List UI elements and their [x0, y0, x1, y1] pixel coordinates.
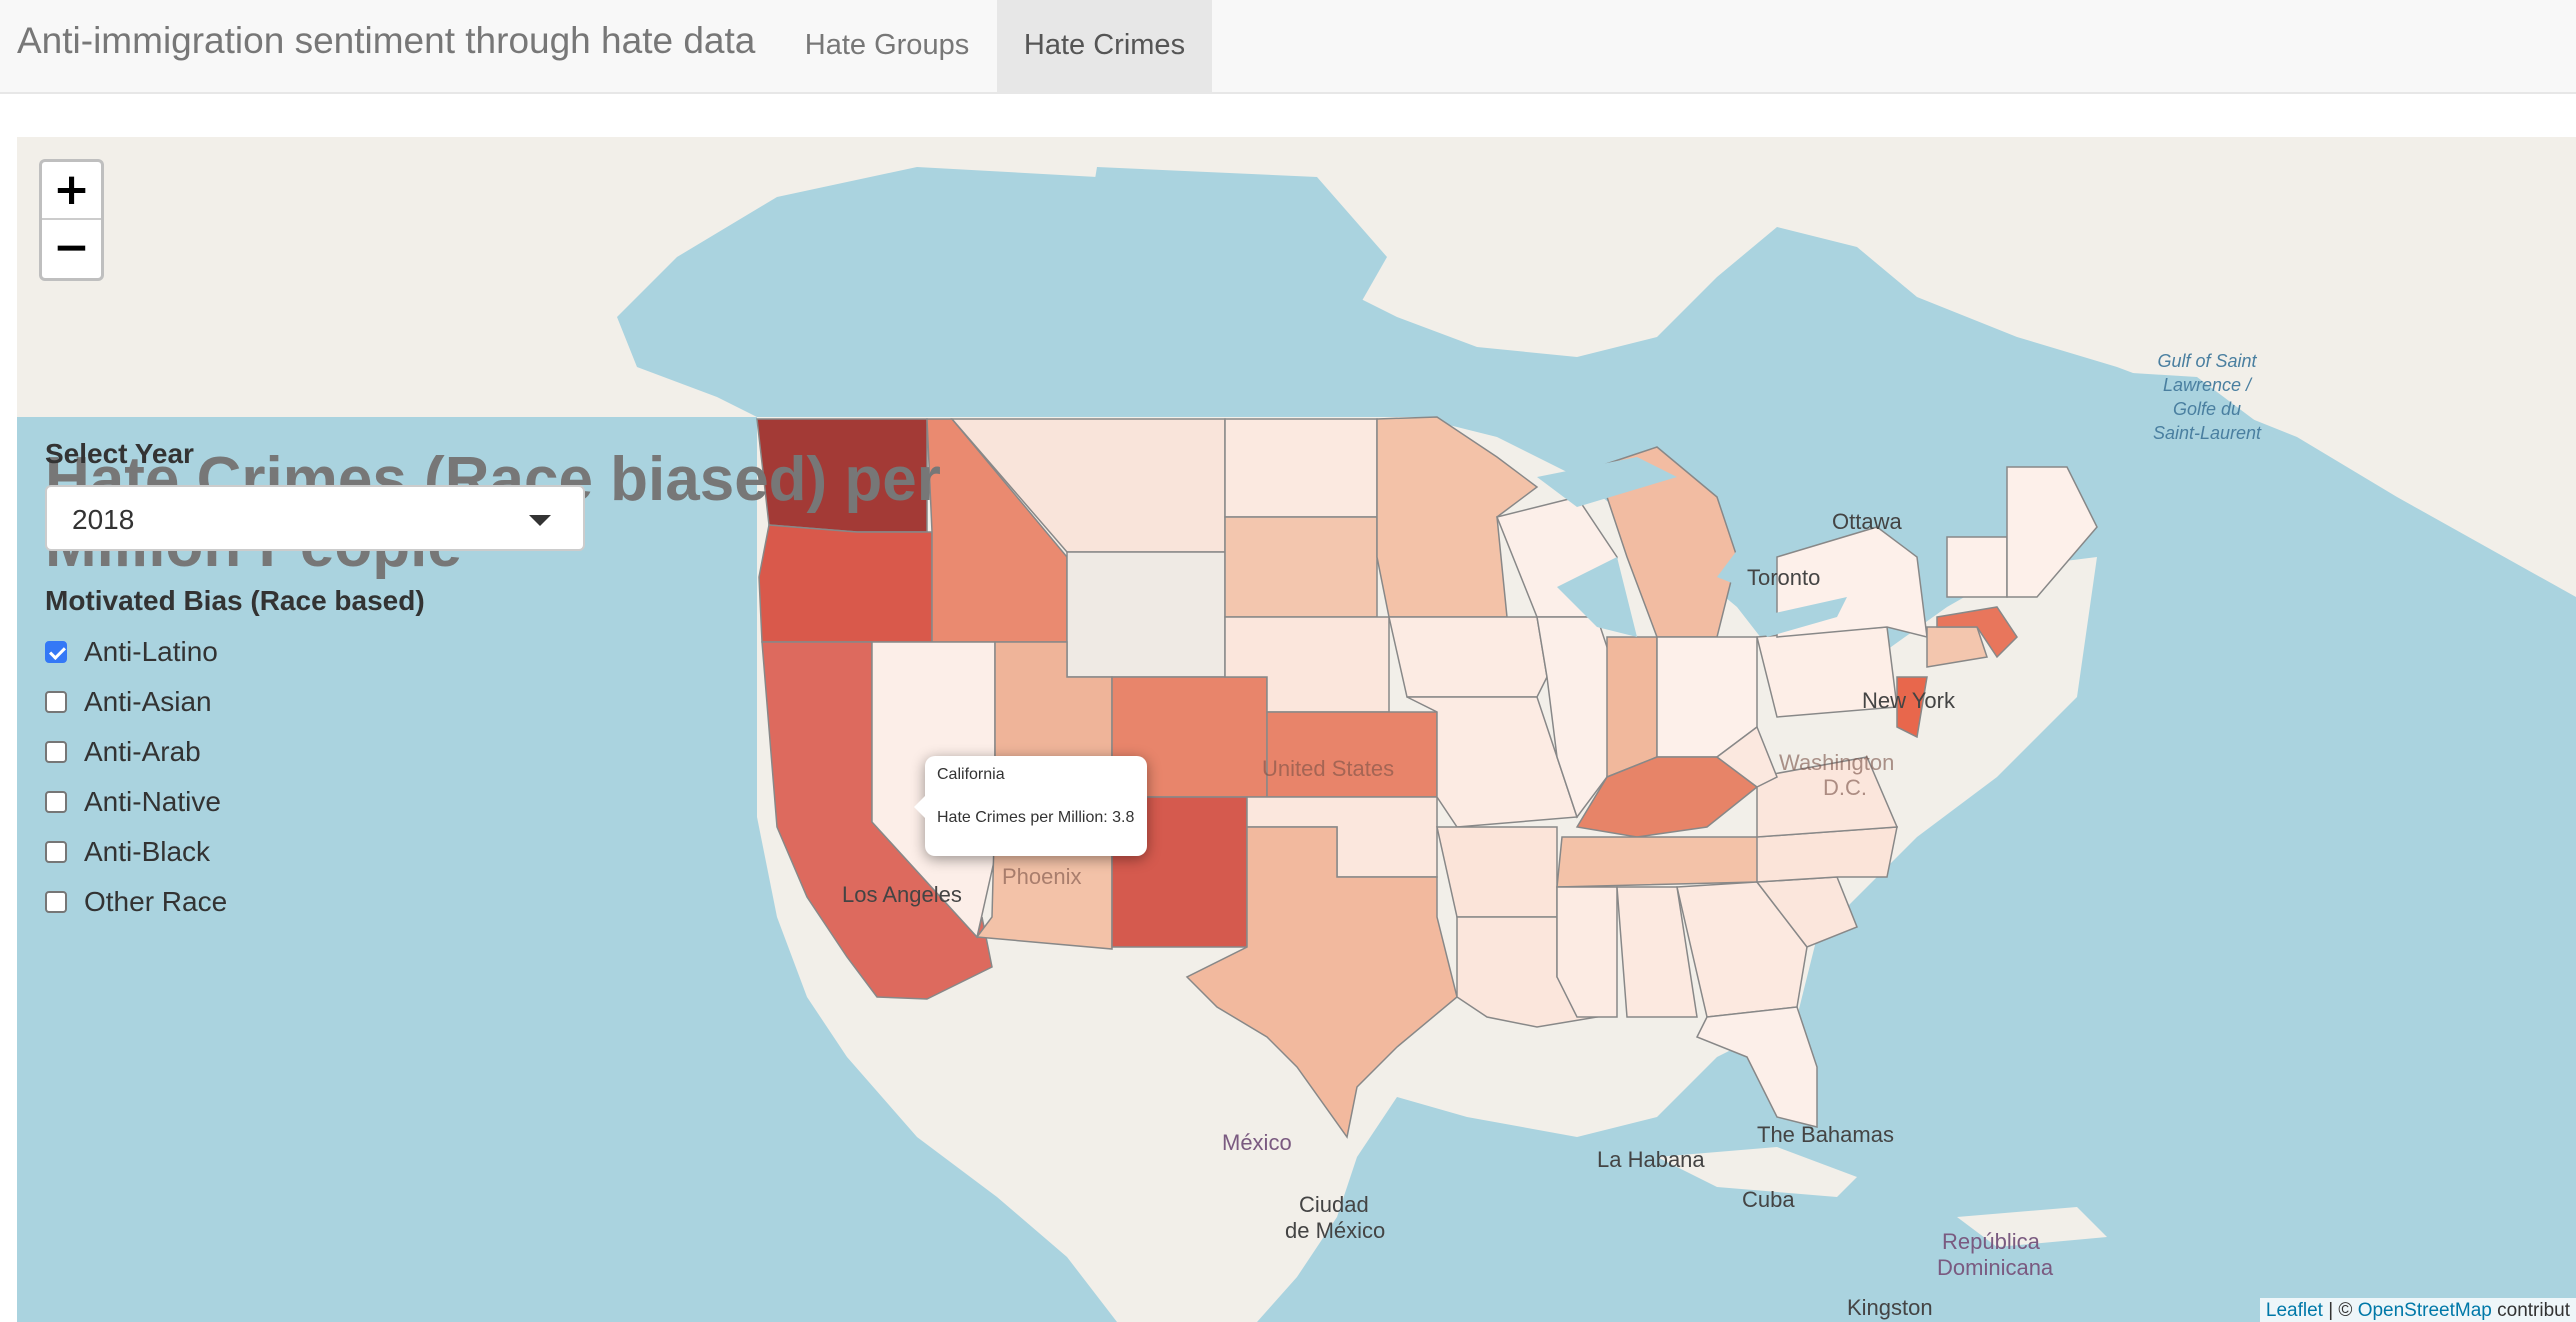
label-new-york: New York — [1862, 688, 1955, 713]
checkbox-label: Anti-Native — [84, 786, 221, 817]
map-attribution: Leaflet | © OpenStreetMap contribut — [2259, 1298, 2576, 1322]
label-cuba: Cuba — [1742, 1187, 1795, 1212]
checkbox-icon[interactable] — [45, 891, 67, 913]
map-view[interactable]: + − Ottawa Toronto New York Washington D… — [17, 137, 2576, 1322]
label-mexico: México — [1222, 1130, 1292, 1155]
label-gulf: Gulf of Saint Lawrence / Golfe du Saint-… — [2152, 351, 2262, 443]
checkbox-label: Other Race — [84, 886, 228, 917]
tab-hate-groups[interactable]: Hate Groups — [783, 0, 991, 92]
popup-state-name: California — [937, 766, 1005, 783]
state-iowa[interactable] — [1388, 616, 1548, 698]
label-de-mexico: de México — [1285, 1218, 1386, 1243]
label-united-states: United States — [1262, 756, 1395, 781]
checkbox-icon[interactable] — [45, 841, 67, 863]
zoom-control: + − — [39, 159, 104, 281]
popup-tip — [914, 796, 925, 818]
year-label: Select Year — [45, 438, 194, 469]
state-florida[interactable] — [1695, 1006, 1818, 1128]
navbar: Anti-immigration sentiment through hate … — [0, 0, 2576, 94]
label-ciudad: Ciudad — [1299, 1192, 1369, 1217]
state-indiana[interactable] — [1606, 636, 1658, 779]
year-select-value: 2018 — [72, 504, 135, 535]
state-north-dakota[interactable] — [1224, 418, 1378, 518]
state-popup: California Hate Crimes per Million: 3.8 — [914, 756, 1147, 856]
zoom-in-button[interactable]: + — [42, 162, 101, 220]
year-select[interactable]: 2018 — [45, 485, 585, 551]
label-la-habana: La Habana — [1597, 1147, 1705, 1172]
checkbox-label: Anti-Latino — [84, 636, 218, 667]
checkbox-icon[interactable] — [45, 791, 67, 813]
label-los-angeles: Los Angeles — [842, 882, 962, 907]
tab-hate-crimes[interactable]: Hate Crimes — [997, 0, 1212, 92]
leaflet-link[interactable]: Leaflet — [2266, 1300, 2323, 1321]
label-phoenix: Phoenix — [1002, 864, 1082, 889]
checkbox-label: Anti-Arab — [84, 736, 201, 767]
osm-link[interactable]: OpenStreetMap — [2358, 1300, 2492, 1321]
popup-value: Hate Crimes per Million: 3.8 — [937, 809, 1135, 826]
app-title[interactable]: Anti-immigration sentiment through hate … — [17, 20, 755, 62]
state-kansas[interactable] — [1266, 711, 1438, 798]
label-ottawa: Ottawa — [1832, 509, 1902, 534]
checkbox-label: Anti-Black — [84, 836, 211, 867]
bias-label: Motivated Bias (Race based) — [45, 585, 425, 616]
zoom-out-button[interactable]: − — [42, 220, 101, 278]
label-kingston: Kingston — [1847, 1295, 1933, 1320]
checkbox-label: Anti-Asian — [84, 686, 212, 717]
label-bahamas: The Bahamas — [1757, 1122, 1894, 1147]
checkbox-checked-icon[interactable] — [45, 641, 67, 663]
state-vermont-nh[interactable] — [1946, 536, 2008, 598]
checkbox-icon[interactable] — [45, 691, 67, 713]
state-tennessee[interactable] — [1556, 836, 1779, 888]
attribution-separator: | © — [2322, 1300, 2358, 1321]
attribution-suffix: contribut — [2491, 1300, 2570, 1321]
chevron-down-icon — [529, 515, 551, 526]
state-south-dakota[interactable] — [1224, 516, 1378, 618]
label-republica: República — [1942, 1229, 2040, 1254]
label-washington: Washington — [1779, 750, 1895, 775]
state-arkansas[interactable] — [1436, 826, 1558, 918]
label-dc: D.C. — [1823, 775, 1867, 800]
label-dominicana: Dominicana — [1937, 1255, 2054, 1280]
map-canvas[interactable] — [17, 137, 2576, 1322]
label-toronto: Toronto — [1747, 565, 1821, 590]
checkbox-icon[interactable] — [45, 741, 67, 763]
